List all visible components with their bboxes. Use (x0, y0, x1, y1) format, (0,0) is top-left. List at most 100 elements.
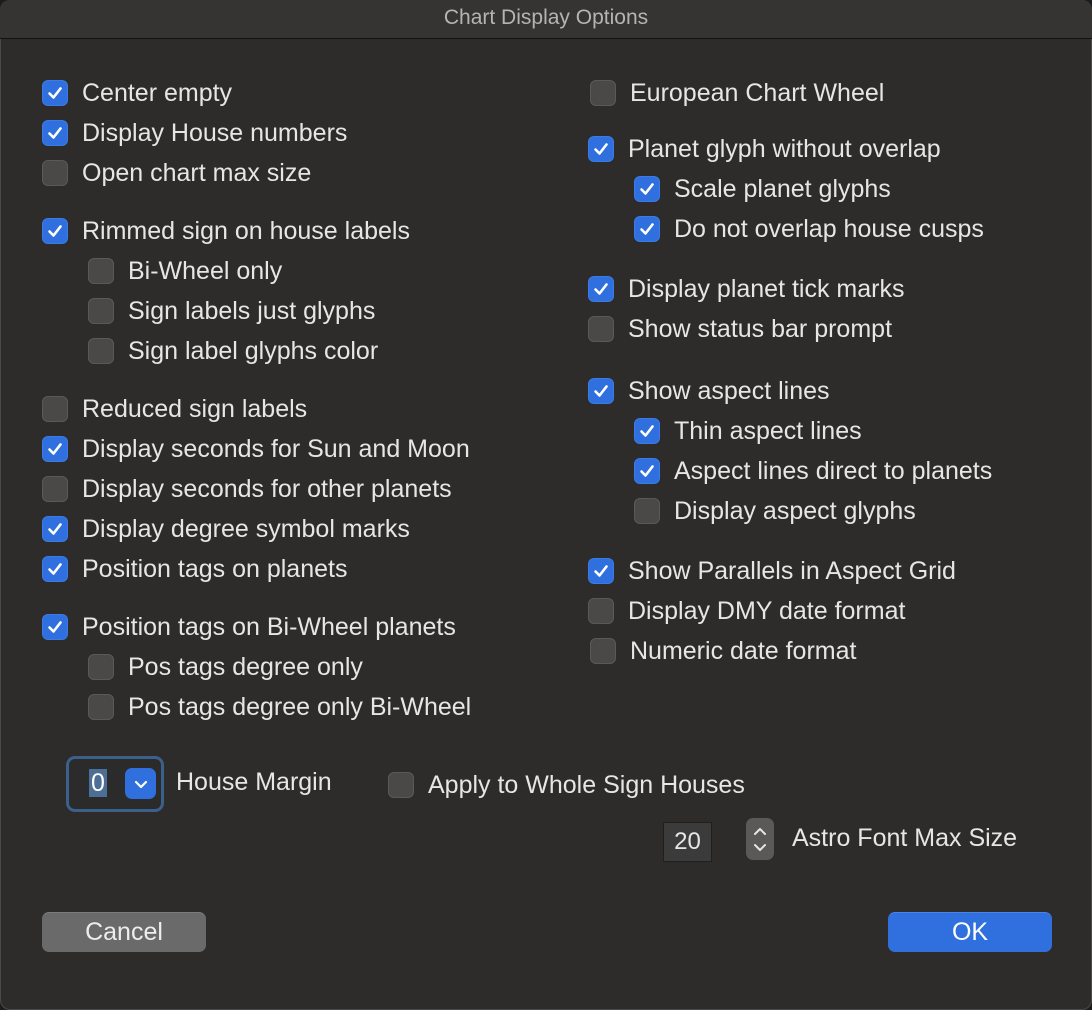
cancel-button[interactable]: Cancel (42, 912, 206, 952)
checked-checkbox-box[interactable] (42, 516, 68, 542)
unchecked-checkbox-box[interactable] (42, 396, 68, 422)
status-bar-prompt-checkbox[interactable]: Show status bar prompt (588, 314, 892, 344)
whole-sign-houses-checkbox[interactable]: Apply to Whole Sign Houses (388, 770, 745, 800)
checkbox-label: Display degree symbol marks (82, 514, 410, 543)
checkbox-label: Display planet tick marks (628, 274, 905, 303)
house-margin-value[interactable]: 0 (89, 769, 107, 797)
checkmark-icon (640, 183, 654, 195)
checkbox-label: Reduced sign labels (82, 394, 308, 423)
checkmark-icon (640, 465, 654, 477)
checkbox-label: Scale planet glyphs (674, 174, 891, 203)
checkbox-label: Display House numbers (82, 118, 348, 147)
display-aspect-glyphs-checkbox[interactable]: Display aspect glyphs (634, 496, 916, 526)
chevron-up-icon[interactable] (753, 826, 767, 836)
checkbox-label: Sign label glyphs color (128, 336, 379, 365)
unchecked-checkbox-box[interactable] (88, 654, 114, 680)
checkbox-label: Pos tags degree only (128, 652, 363, 681)
chart-display-options-dialog: Chart Display Options Center empty Displ… (0, 0, 1092, 1010)
position-tags-biwheel-checkbox[interactable]: Position tags on Bi-Wheel planets (42, 612, 456, 642)
astro-font-max-size-label: Astro Font Max Size (792, 824, 1018, 852)
checkbox-label: Position tags on Bi-Wheel planets (82, 612, 456, 641)
window-title: Chart Display Options (443, 6, 649, 29)
checked-checkbox-box[interactable] (588, 558, 614, 584)
checked-checkbox-box[interactable] (42, 80, 68, 106)
checkbox-label: Do not overlap house cusps (674, 214, 984, 243)
checked-checkbox-box[interactable] (42, 436, 68, 462)
astro-font-size-field[interactable]: 20 (663, 822, 712, 862)
parallels-aspect-grid-checkbox[interactable]: Show Parallels in Aspect Grid (588, 556, 956, 586)
pos-tags-degree-only-checkbox[interactable]: Pos tags degree only (88, 652, 363, 682)
unchecked-checkbox-box[interactable] (88, 694, 114, 720)
pos-tags-degree-only-biwheel-checkbox[interactable]: Pos tags degree only Bi-Wheel (88, 692, 471, 722)
checked-checkbox-box[interactable] (588, 276, 614, 302)
checkmark-icon (594, 143, 608, 155)
chevron-down-icon[interactable] (753, 843, 767, 853)
display-house-numbers-checkbox[interactable]: Display House numbers (42, 118, 347, 148)
unchecked-checkbox-box[interactable] (88, 338, 114, 364)
aspect-lines-direct-checkbox[interactable]: Aspect lines direct to planets (634, 456, 992, 486)
center-empty-checkbox[interactable]: Center empty (42, 78, 232, 108)
no-overlap-house-cusps-checkbox[interactable]: Do not overlap house cusps (634, 214, 984, 244)
checked-checkbox-box[interactable] (588, 378, 614, 404)
checkbox-label: Open chart max size (82, 158, 312, 187)
unchecked-checkbox-box[interactable] (590, 638, 616, 664)
checkbox-label: Show aspect lines (628, 376, 830, 405)
position-tags-planets-checkbox[interactable]: Position tags on planets (42, 554, 347, 584)
show-aspect-lines-checkbox[interactable]: Show aspect lines (588, 376, 830, 406)
checked-checkbox-box[interactable] (42, 120, 68, 146)
unchecked-checkbox-box[interactable] (42, 160, 68, 186)
astro-font-size-stepper[interactable] (746, 818, 774, 860)
checkbox-label: Display aspect glyphs (674, 496, 916, 525)
degree-symbol-marks-checkbox[interactable]: Display degree symbol marks (42, 514, 410, 544)
sign-labels-just-glyphs-checkbox[interactable]: Sign labels just glyphs (88, 296, 375, 326)
checkmark-icon (594, 565, 608, 577)
unchecked-checkbox-box[interactable] (588, 598, 614, 624)
checkbox-label: Pos tags degree only Bi-Wheel (128, 692, 472, 721)
checkbox-label: Sign labels just glyphs (128, 296, 376, 325)
planet-tick-marks-checkbox[interactable]: Display planet tick marks (588, 274, 904, 304)
checkmark-icon (594, 283, 608, 295)
checked-checkbox-box[interactable] (634, 216, 660, 242)
checked-checkbox-box[interactable] (634, 176, 660, 202)
rimmed-sign-checkbox[interactable]: Rimmed sign on house labels (42, 216, 410, 246)
seconds-other-planets-checkbox[interactable]: Display seconds for other planets (42, 474, 452, 504)
checked-checkbox-box[interactable] (42, 218, 68, 244)
thin-aspect-lines-checkbox[interactable]: Thin aspect lines (634, 416, 862, 446)
numeric-date-format-checkbox[interactable]: Numeric date format (590, 636, 856, 666)
chevron-down-icon (134, 780, 147, 788)
unchecked-checkbox-box[interactable] (590, 80, 616, 106)
house-margin-label: House Margin (176, 768, 332, 796)
open-chart-max-size-checkbox[interactable]: Open chart max size (42, 158, 311, 188)
checked-checkbox-box[interactable] (634, 458, 660, 484)
unchecked-checkbox-box[interactable] (88, 258, 114, 284)
unchecked-checkbox-box[interactable] (42, 476, 68, 502)
checkmark-icon (48, 127, 62, 139)
dmy-date-format-checkbox[interactable]: Display DMY date format (588, 596, 905, 626)
house-margin-popup[interactable]: 0 (66, 756, 164, 812)
checkbox-label: Aspect lines direct to planets (674, 456, 993, 485)
checkbox-label: Show status bar prompt (628, 314, 893, 343)
european-chart-wheel-checkbox[interactable]: European Chart Wheel (590, 78, 884, 108)
checkmark-icon (48, 87, 62, 99)
checked-checkbox-box[interactable] (588, 136, 614, 162)
unchecked-checkbox-box[interactable] (588, 316, 614, 342)
unchecked-checkbox-box[interactable] (388, 772, 414, 798)
house-margin-dropdown-button[interactable] (125, 768, 156, 799)
checkbox-label: Show Parallels in Aspect Grid (628, 556, 956, 585)
unchecked-checkbox-box[interactable] (88, 298, 114, 324)
ok-button[interactable]: OK (888, 912, 1052, 952)
checked-checkbox-box[interactable] (42, 614, 68, 640)
seconds-sun-moon-checkbox[interactable]: Display seconds for Sun and Moon (42, 434, 470, 464)
checkbox-label: Thin aspect lines (674, 416, 862, 445)
reduced-sign-labels-checkbox[interactable]: Reduced sign labels (42, 394, 307, 424)
checked-checkbox-box[interactable] (42, 556, 68, 582)
planet-glyph-no-overlap-checkbox[interactable]: Planet glyph without overlap (588, 134, 941, 164)
scale-planet-glyphs-checkbox[interactable]: Scale planet glyphs (634, 174, 891, 204)
sign-label-glyphs-color-checkbox[interactable]: Sign label glyphs color (88, 336, 378, 366)
checked-checkbox-box[interactable] (634, 418, 660, 444)
bi-wheel-only-checkbox[interactable]: Bi-Wheel only (88, 256, 282, 286)
checkbox-label: Planet glyph without overlap (628, 134, 941, 163)
checkmark-icon (594, 385, 608, 397)
checkbox-label: Display DMY date format (628, 596, 906, 625)
unchecked-checkbox-box[interactable] (634, 498, 660, 524)
